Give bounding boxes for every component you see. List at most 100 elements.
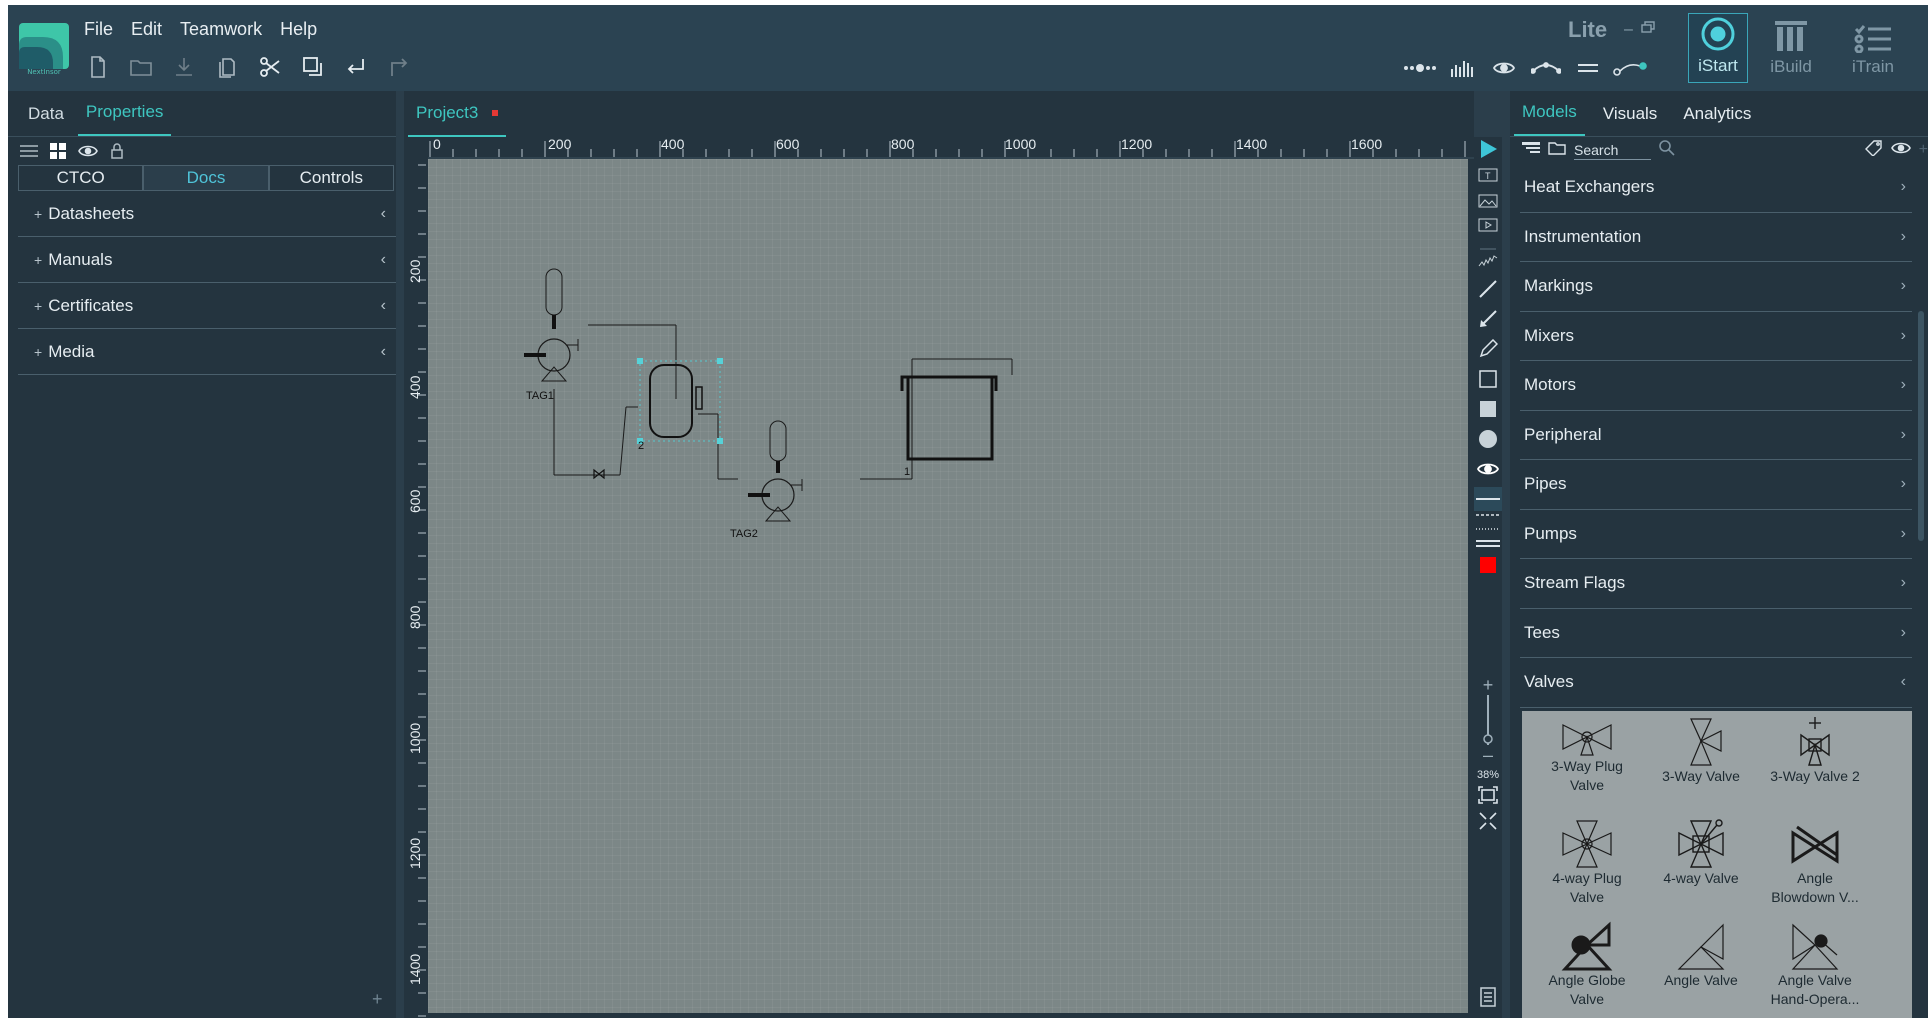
tab-project3[interactable]: Project3 [408, 103, 507, 137]
image-icon[interactable] [1476, 189, 1500, 213]
arrow-line-icon[interactable] [1476, 307, 1500, 331]
mode-ibuild[interactable]: iBuild [1752, 13, 1830, 83]
palette-item[interactable]: Angle Valve Hand-Opera... [1760, 921, 1870, 1009]
palette-item[interactable]: 4-way Valve [1646, 819, 1756, 888]
mode-istart[interactable]: iStart [1688, 13, 1748, 83]
drawing-canvas[interactable]: TAG1 2 TAG2 1 [428, 159, 1468, 1013]
open-folder-icon[interactable] [127, 53, 155, 81]
filled-rectangle-icon[interactable] [1476, 397, 1500, 421]
text-box-icon[interactable]: T [1476, 163, 1500, 187]
vessel-selected[interactable]: 2 [637, 358, 723, 452]
pump-tag1[interactable]: TAG1 [524, 268, 579, 402]
section-manuals[interactable]: + Manuals ‹ [18, 237, 396, 283]
duplicate-icon[interactable] [299, 53, 327, 81]
palette-item[interactable]: 3-Way Plug Valve [1532, 717, 1642, 795]
category-valves[interactable]: Valves ‹ [1520, 658, 1912, 708]
menu-teamwork[interactable]: Teamwork [180, 19, 262, 40]
pencil-icon[interactable] [1476, 337, 1500, 361]
scissors-icon[interactable] [256, 53, 284, 81]
filter-icon[interactable] [1522, 141, 1540, 159]
open-tank[interactable]: 1 [900, 375, 998, 478]
palette-item[interactable]: Angle Valve [1646, 921, 1756, 990]
category-markings[interactable]: Markings › [1520, 262, 1912, 312]
section-datasheets[interactable]: + Datasheets ‹ [18, 191, 396, 237]
search-icon[interactable] [1658, 139, 1675, 161]
category-tees[interactable]: Tees › [1520, 609, 1912, 658]
section-certificates[interactable]: + Certificates ‹ [18, 283, 396, 329]
minimize-icon[interactable]: – [1624, 21, 1633, 40]
bar-chart-icon[interactable] [1445, 55, 1479, 81]
category-instrumentation[interactable]: Instrumentation › [1520, 213, 1912, 262]
expand-icon[interactable] [1476, 809, 1500, 833]
spring-line-icon[interactable] [1476, 249, 1500, 273]
section-media[interactable]: + Media ‹ [18, 329, 396, 375]
search-input[interactable]: Search [1574, 140, 1651, 160]
color-swatch[interactable] [1476, 553, 1500, 577]
rectangle-icon[interactable] [1476, 367, 1500, 391]
restore-icon[interactable] [1641, 21, 1655, 40]
folder-icon[interactable] [1548, 141, 1566, 160]
redirect-icon[interactable] [385, 53, 413, 81]
inline-valve[interactable] [593, 468, 605, 480]
palette-item[interactable]: Angle Globe Valve [1532, 921, 1642, 1009]
category-motors[interactable]: Motors › [1520, 361, 1912, 411]
pump-tag2[interactable]: TAG2 [730, 420, 803, 540]
eye-icon[interactable] [1487, 55, 1521, 81]
connect-icon[interactable] [1613, 55, 1647, 81]
parallel-lines-icon[interactable] [1571, 55, 1605, 81]
subtab-docs[interactable]: Docs [143, 165, 269, 191]
subtab-ctco[interactable]: CTCO [18, 165, 144, 191]
palette-item[interactable]: Angle Blowdown V... [1760, 819, 1870, 907]
fit-to-screen-icon[interactable] [1476, 783, 1500, 807]
subtab-controls[interactable]: Controls [268, 165, 394, 191]
three-way-plug-valve-icon [1562, 724, 1612, 756]
mode-itrain[interactable]: iTrain [1834, 13, 1912, 83]
visibility-icon[interactable] [78, 144, 98, 158]
left-mini-toolbar [8, 137, 396, 165]
new-file-icon[interactable] [84, 53, 112, 81]
notes-icon[interactable] [1476, 985, 1500, 1009]
category-stream-flags[interactable]: Stream Flags › [1520, 559, 1912, 609]
category-heat-exchangers[interactable]: Heat Exchangers › [1520, 163, 1912, 213]
palette-item[interactable]: 3-Way Valve 2 [1760, 717, 1870, 786]
play-icon[interactable] [1476, 137, 1500, 161]
lock-icon[interactable] [110, 143, 124, 159]
copy-icon[interactable] [213, 53, 241, 81]
connection-points-icon[interactable] [1403, 55, 1437, 81]
palette-item[interactable]: 3-Way Valve [1646, 717, 1756, 786]
video-icon[interactable] [1476, 213, 1500, 237]
editor-area: Project3 0 200 400 600 800 1000 1200 140… [404, 91, 1474, 1018]
grid-view-icon[interactable] [50, 143, 66, 159]
tab-analytics[interactable]: Analytics [1675, 104, 1759, 136]
list-view-icon[interactable] [20, 144, 38, 158]
eye-visibility-icon[interactable] [1890, 141, 1911, 160]
tab-models[interactable]: Models [1514, 102, 1585, 136]
tab-data[interactable]: Data [20, 104, 72, 136]
line-icon[interactable] [1476, 277, 1500, 301]
category-scrollbar[interactable] [1918, 311, 1924, 541]
tag-icon[interactable] [1864, 139, 1883, 161]
circle-icon[interactable] [1476, 427, 1500, 451]
menu-edit[interactable]: Edit [131, 19, 162, 40]
menu-help[interactable]: Help [280, 19, 317, 40]
category-peripheral[interactable]: Peripheral › [1520, 411, 1912, 460]
add-icon[interactable]: + [1919, 141, 1928, 159]
link-curve-icon[interactable] [1529, 55, 1563, 81]
unsaved-indicator [492, 110, 499, 116]
ruler-v-label: 1000 [407, 723, 423, 754]
zoom-in-icon[interactable]: + [1476, 673, 1500, 697]
tab-properties[interactable]: Properties [77, 102, 172, 136]
pipe-line[interactable] [619, 406, 627, 476]
palette-item-label: Valve [1570, 889, 1604, 905]
download-icon[interactable] [170, 53, 198, 81]
preview-eye-icon[interactable] [1476, 457, 1500, 481]
category-mixers[interactable]: Mixers › [1520, 312, 1912, 361]
palette-item[interactable]: 4-way Plug Valve [1532, 819, 1642, 907]
add-icon[interactable]: + [372, 989, 383, 1010]
return-icon[interactable] [342, 53, 370, 81]
menu-file[interactable]: File [84, 19, 113, 40]
category-pumps[interactable]: Pumps › [1520, 510, 1912, 559]
category-pipes[interactable]: Pipes › [1520, 460, 1912, 510]
tab-visuals[interactable]: Visuals [1595, 104, 1666, 136]
zoom-slider[interactable] [1476, 695, 1500, 745]
